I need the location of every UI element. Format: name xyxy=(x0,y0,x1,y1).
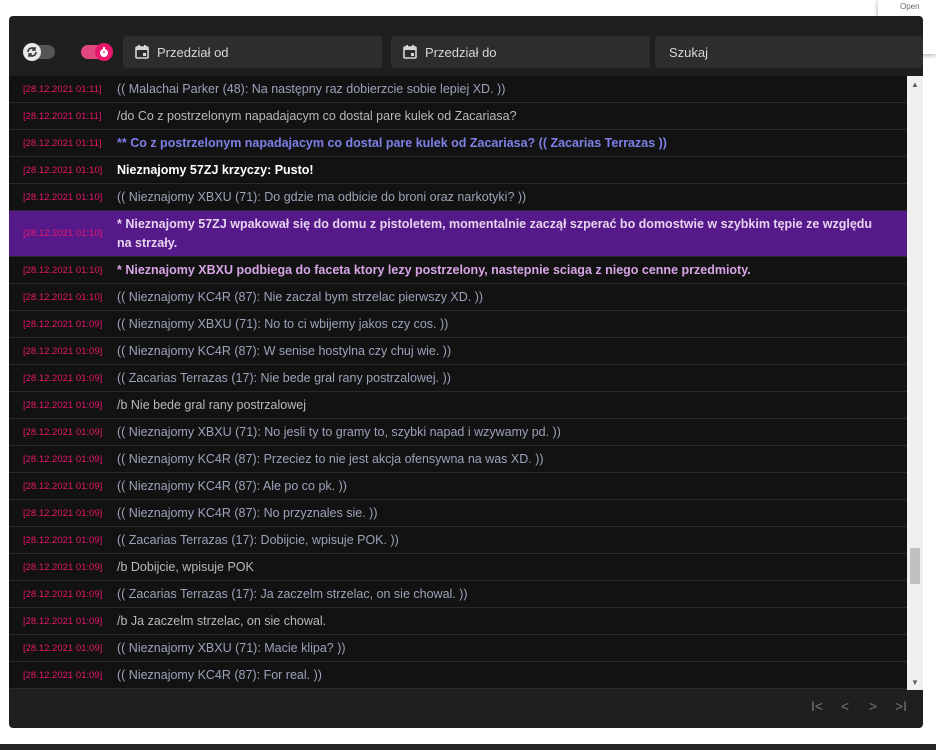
chat-row: [28.12.2021 01:09] (( Nieznajomy KC4R (87… xyxy=(9,500,907,527)
chat-timestamp: [28.12.2021 01:09] xyxy=(23,453,103,465)
next-page-button[interactable]: > xyxy=(863,696,883,716)
auto-refresh-toggle[interactable] xyxy=(23,43,55,61)
chat-message: Nieznajomy 57ZJ krzyczy: Pusto! xyxy=(117,163,314,177)
open-popup-label: Open xyxy=(900,2,920,11)
chat-row: [28.12.2021 01:11] /do Co z postrzelonym … xyxy=(9,103,907,130)
chat-row: [28.12.2021 01:10] * Nieznajomy 57ZJ wpak… xyxy=(9,211,907,257)
chat-row: [28.12.2021 01:09] /b Ja zaczelm strzelac… xyxy=(9,608,907,635)
search-placeholder: Szukaj xyxy=(669,44,709,60)
chat-timestamp: [28.12.2021 01:10] xyxy=(23,291,103,303)
chat-timestamp: [28.12.2021 01:10] xyxy=(23,164,103,176)
chat-message: (( Nieznajomy KC4R (87): W senise hostyl… xyxy=(117,344,452,358)
chat-message: ** Co z postrzelonym napadajacym co dost… xyxy=(117,136,667,150)
bottom-bar xyxy=(0,744,936,750)
chat-timestamp: [28.12.2021 01:10] xyxy=(23,191,103,203)
chat-message: /b Nie bede gral rany postrzalowej xyxy=(117,398,306,412)
chat-timestamp: [28.12.2021 01:09] xyxy=(23,480,103,492)
chat-row: [28.12.2021 01:09] (( Nieznajomy KC4R (87… xyxy=(9,662,907,689)
chat-message: /do Co z postrzelonym napadajacym co dos… xyxy=(117,109,517,123)
last-page-button[interactable]: >I xyxy=(891,696,911,716)
chat-row: [28.12.2021 01:09] (( Zacarias Terrazas (… xyxy=(9,581,907,608)
chat-timestamp: [28.12.2021 01:11] xyxy=(23,83,102,95)
chat-timestamp: [28.12.2021 01:11] xyxy=(23,110,102,122)
chat-row: [28.12.2021 01:09] (( Nieznajomy KC4R (87… xyxy=(9,473,907,500)
chat-timestamp: [28.12.2021 01:09] xyxy=(23,561,103,573)
prev-page-button[interactable]: < xyxy=(835,696,855,716)
chat-message: /b Ja zaczelm strzelac, on sie chowal. xyxy=(117,614,327,628)
chat-message: (( Malachai Parker (48): Na następny raz… xyxy=(117,82,506,96)
chat-timestamp: [28.12.2021 01:09] xyxy=(23,534,103,546)
chat-row: [28.12.2021 01:10] Nieznajomy 57ZJ krzycz… xyxy=(9,157,907,184)
chat-log-panel: Przedział od Przedział do Szukaj [28.12.… xyxy=(9,16,923,728)
scroll-down-icon[interactable]: ▼ xyxy=(907,674,923,690)
chat-timestamp: [28.12.2021 01:09] xyxy=(23,399,103,411)
chat-message: (( Nieznajomy XBXU (71): Macie klipa? )) xyxy=(117,641,346,655)
date-to-label: Przedział do xyxy=(425,44,497,60)
chat-row: [28.12.2021 01:09] /b Dobijcie, wpisuje P… xyxy=(9,554,907,581)
chat-message: * Nieznajomy XBXU podbiega do faceta kto… xyxy=(117,263,751,277)
chat-message: (( Nieznajomy XBXU (71): No to ci wbijem… xyxy=(117,317,449,331)
chat-message: (( Nieznajomy KC4R (87): For real. )) xyxy=(117,668,322,682)
date-from-field[interactable]: Przedział od xyxy=(123,36,382,68)
chat-message: (( Zacarias Terrazas (17): Dobijcie, wpi… xyxy=(117,533,399,547)
scroll-up-icon[interactable]: ▲ xyxy=(907,76,923,92)
date-from-label: Przedział od xyxy=(157,44,229,60)
chat-timestamp: [28.12.2021 01:09] xyxy=(23,318,103,330)
chat-row: [28.12.2021 01:10] * Nieznajomy XBXU podb… xyxy=(9,257,907,284)
search-input[interactable]: Szukaj xyxy=(655,36,923,68)
chat-timestamp: [28.12.2021 01:09] xyxy=(23,507,103,519)
chat-message: (( Nieznajomy XBXU (71): Do gdzie ma odb… xyxy=(117,190,527,204)
chat-row: [28.12.2021 01:09] (( Nieznajomy XBXU (71… xyxy=(9,311,907,338)
chat-log[interactable]: [28.12.2021 01:11] (( Malachai Parker (48… xyxy=(9,76,907,690)
chat-row: [28.12.2021 01:10] (( Nieznajomy XBXU (71… xyxy=(9,184,907,211)
chat-row: [28.12.2021 01:09] (( Zacarias Terrazas (… xyxy=(9,527,907,554)
chat-timestamp: [28.12.2021 01:09] xyxy=(23,372,103,384)
chat-scrollbar[interactable]: ▲ ▼ xyxy=(907,76,923,690)
chat-row: [28.12.2021 01:09] (( Nieznajomy KC4R (87… xyxy=(9,446,907,473)
pagination: I< < > >I xyxy=(807,696,911,716)
calendar-icon xyxy=(403,45,417,59)
chat-message: /b Dobijcie, wpisuje POK xyxy=(117,560,254,574)
chat-message: (( Nieznajomy KC4R (87): Ale po co pk. )… xyxy=(117,479,347,493)
chat-timestamp: [28.12.2021 01:10] xyxy=(23,228,103,239)
stopwatch-icon xyxy=(95,43,113,61)
calendar-icon xyxy=(135,45,149,59)
refresh-icon xyxy=(23,43,41,61)
chat-row: [28.12.2021 01:09] /b Nie bede gral rany … xyxy=(9,392,907,419)
chat-message: (( Nieznajomy KC4R (87): Przeciez to nie… xyxy=(117,452,544,466)
chat-timestamp: [28.12.2021 01:09] xyxy=(23,615,103,627)
chat-message: (( Zacarias Terrazas (17): Ja zaczelm st… xyxy=(117,587,468,601)
timer-toggle[interactable] xyxy=(81,43,113,61)
scroll-thumb[interactable] xyxy=(910,548,920,584)
chat-row: [28.12.2021 01:09] (( Nieznajomy XBXU (71… xyxy=(9,419,907,446)
toolbar: Przedział od Przedział do Szukaj xyxy=(9,36,923,68)
first-page-button[interactable]: I< xyxy=(807,696,827,716)
chat-timestamp: [28.12.2021 01:09] xyxy=(23,588,103,600)
chat-row: [28.12.2021 01:11] (( Malachai Parker (48… xyxy=(9,76,907,103)
chat-timestamp: [28.12.2021 01:10] xyxy=(23,264,103,276)
chat-row: [28.12.2021 01:09] (( Nieznajomy KC4R (87… xyxy=(9,338,907,365)
chat-timestamp: [28.12.2021 01:09] xyxy=(23,642,103,654)
chat-row: [28.12.2021 01:10] (( Nieznajomy KC4R (87… xyxy=(9,284,907,311)
chat-timestamp: [28.12.2021 01:11] xyxy=(23,137,102,149)
chat-timestamp: [28.12.2021 01:09] xyxy=(23,345,103,357)
chat-message: (( Nieznajomy KC4R (87): Nie zaczal bym … xyxy=(117,290,484,304)
chat-row: [28.12.2021 01:11] ** Co z postrzelonym n… xyxy=(9,130,907,157)
chat-timestamp: [28.12.2021 01:09] xyxy=(23,669,103,681)
chat-message: (( Nieznajomy KC4R (87): No przyznales s… xyxy=(117,506,378,520)
chat-row: [28.12.2021 01:09] (( Nieznajomy XBXU (71… xyxy=(9,635,907,662)
chat-row: [28.12.2021 01:09] (( Zacarias Terrazas (… xyxy=(9,365,907,392)
chat-message: * Nieznajomy 57ZJ wpakował się do domu z… xyxy=(117,216,873,250)
chat-message: (( Zacarias Terrazas (17): Nie bede gral… xyxy=(117,371,451,385)
chat-timestamp: [28.12.2021 01:09] xyxy=(23,426,103,438)
chat-message: (( Nieznajomy XBXU (71): No jesli ty to … xyxy=(117,425,561,439)
date-to-field[interactable]: Przedział do xyxy=(391,36,650,68)
